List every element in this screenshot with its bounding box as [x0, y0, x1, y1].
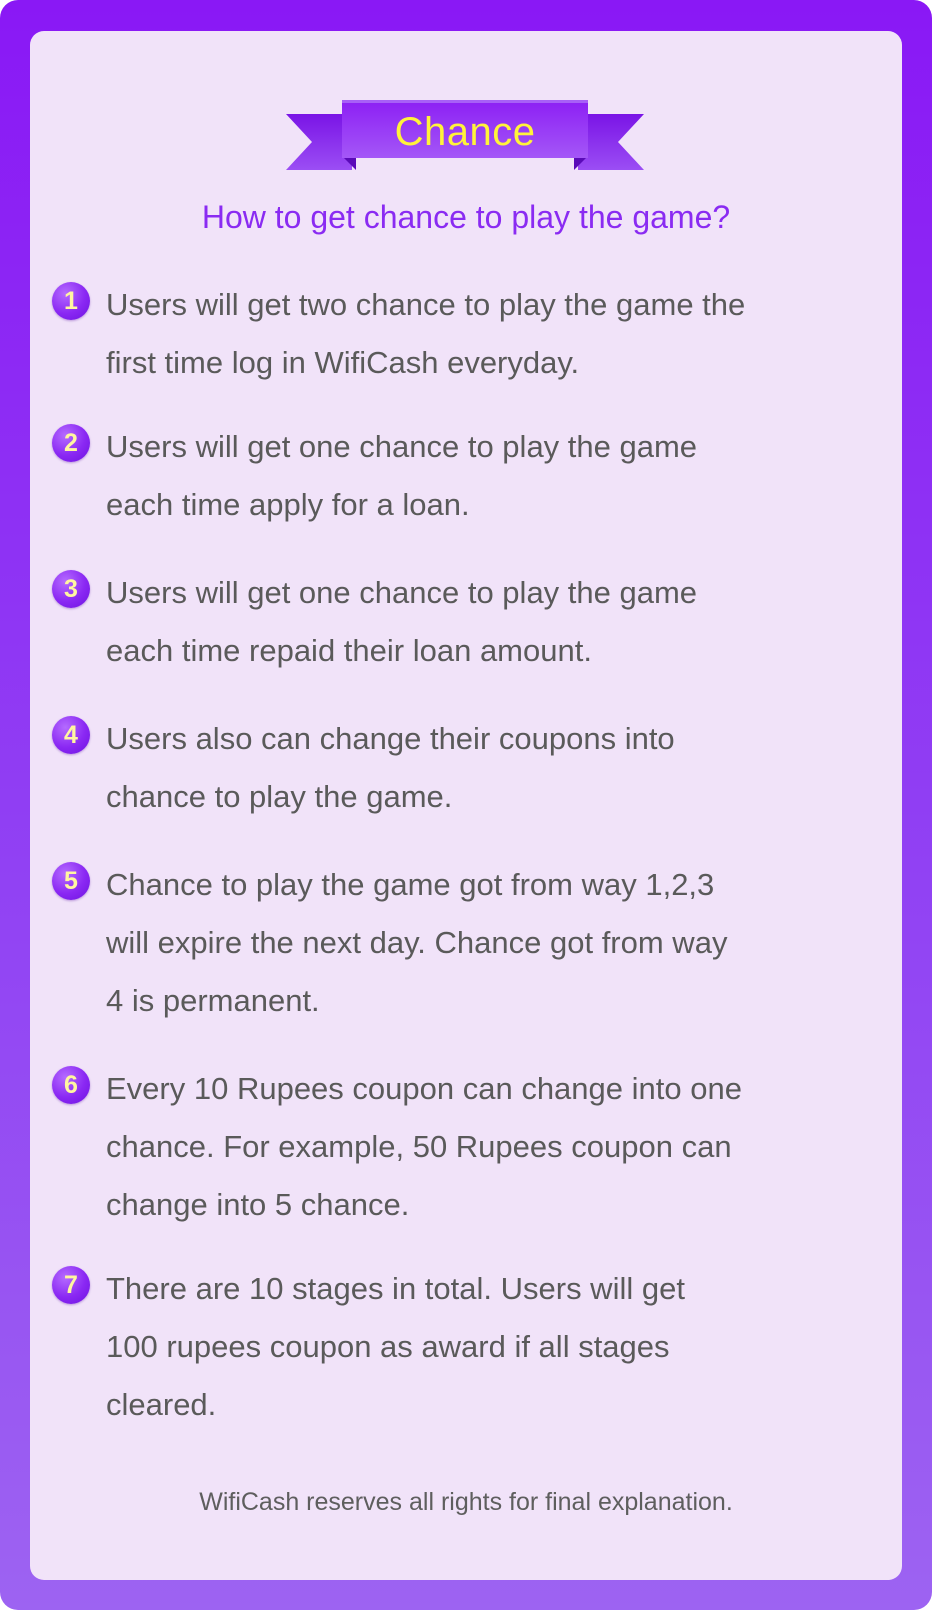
title-ribbon: Chance — [286, 100, 644, 176]
number-badge-icon: 6 — [52, 1066, 90, 1104]
number-badge-icon: 1 — [52, 282, 90, 320]
rule-text: Every 10 Rupees coupon can change into o… — [106, 1071, 742, 1222]
rule-text: Users will get one chance to play the ga… — [106, 575, 698, 668]
number-badge-icon: 5 — [52, 862, 90, 900]
rule-text: Chance to play the game got from way 1,2… — [106, 867, 728, 1018]
rule-text: Users will get one chance to play the ga… — [106, 429, 698, 522]
number-badge-icon: 4 — [52, 716, 90, 754]
number-badge-icon: 7 — [52, 1266, 90, 1304]
rule-text: Users also can change their coupons into… — [106, 721, 675, 814]
rule-text: Users will get two chance to play the ga… — [106, 287, 746, 380]
number-badge-icon: 3 — [52, 570, 90, 608]
footer-disclaimer: WifiCash reserves all rights for final e… — [199, 1488, 733, 1516]
rule-text: There are 10 stages in total. Users will… — [106, 1271, 685, 1422]
banner-title: Chance — [394, 110, 536, 154]
section-subtitle: How to get chance to play the game? — [201, 199, 731, 235]
number-badge-icon: 2 — [52, 424, 90, 462]
